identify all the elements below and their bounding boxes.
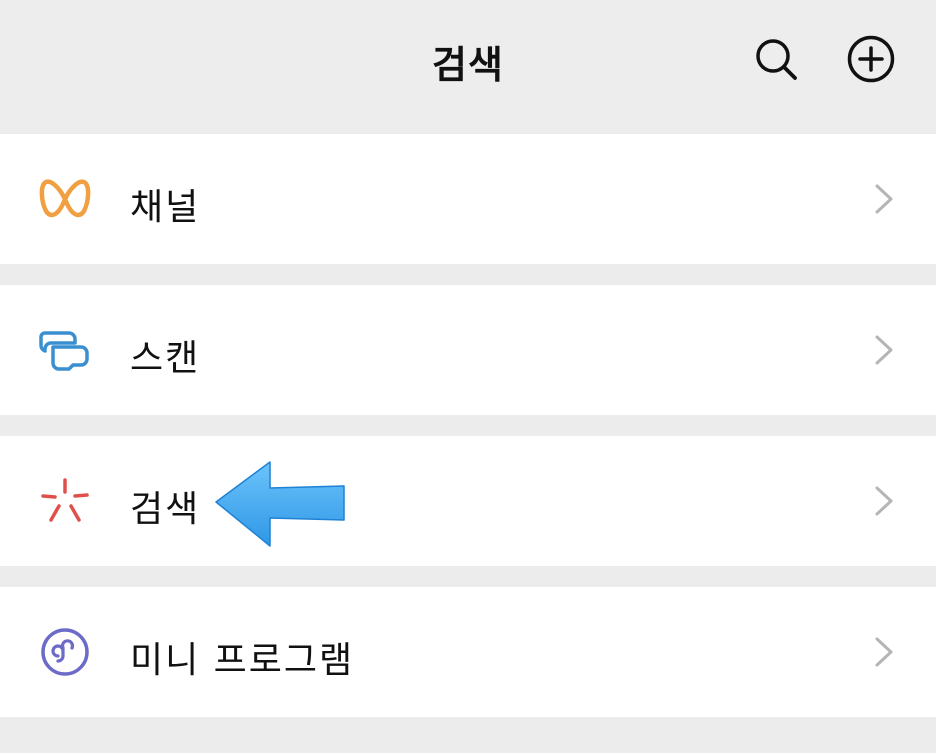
chevron-right-icon xyxy=(875,486,893,516)
mini-program-icon xyxy=(36,628,94,676)
menu-item-label: 채널 xyxy=(130,187,201,228)
chevron-right-icon xyxy=(875,637,893,667)
menu-item-label: 검색 xyxy=(130,489,201,530)
search-button[interactable] xyxy=(750,33,802,85)
add-button[interactable] xyxy=(845,33,897,85)
menu-item-mini-program[interactable]: 미니 프로그램 xyxy=(0,587,936,717)
blue-arrow-icon xyxy=(215,461,345,547)
menu-item-channels[interactable]: 채널 xyxy=(0,134,936,264)
scan-icon xyxy=(36,326,94,374)
menu-item-scan[interactable]: 스캔 xyxy=(0,285,936,415)
chevron-right-icon xyxy=(875,335,893,365)
plus-circle-icon xyxy=(847,35,895,83)
top-bar: 검색 xyxy=(0,0,936,133)
search-icon xyxy=(756,39,797,80)
menu-item-label: 스캔 xyxy=(130,338,201,379)
search-sparkle-icon xyxy=(36,477,94,525)
menu-item-search[interactable]: 검색 xyxy=(0,436,936,566)
menu-item-label: 미니 프로그램 xyxy=(130,640,355,681)
channels-icon xyxy=(36,175,94,223)
chevron-right-icon xyxy=(875,184,893,214)
